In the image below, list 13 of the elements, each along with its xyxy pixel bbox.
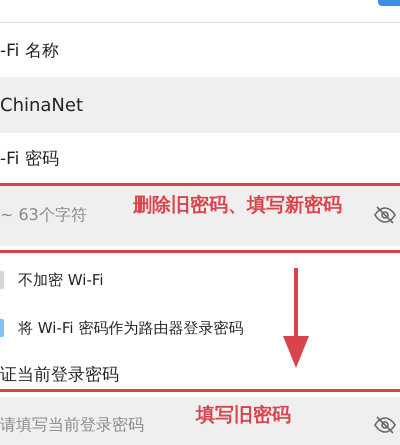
verify-password-label: 证当前登录密码	[0, 364, 120, 387]
eye-slash-icon[interactable]	[374, 416, 396, 434]
wifi-name-field[interactable]: ChinaNet	[0, 77, 400, 133]
checkbox[interactable]	[0, 319, 4, 337]
wifi-name-label: -Fi 名称	[0, 40, 60, 62]
option-label: 不加密 Wi-Fi	[18, 270, 104, 290]
eye-slash-icon[interactable]	[374, 206, 396, 224]
wifi-password-label: -Fi 密码	[0, 148, 60, 171]
top-button[interactable]	[378, 0, 400, 6]
annotation-text: 填写旧密码	[196, 404, 292, 426]
annotation-text: 删除旧密码、填写新密码	[133, 194, 343, 216]
checkbox[interactable]	[0, 271, 4, 289]
option-label: 将 Wi-Fi 密码作为路由器登录密码	[18, 318, 244, 338]
